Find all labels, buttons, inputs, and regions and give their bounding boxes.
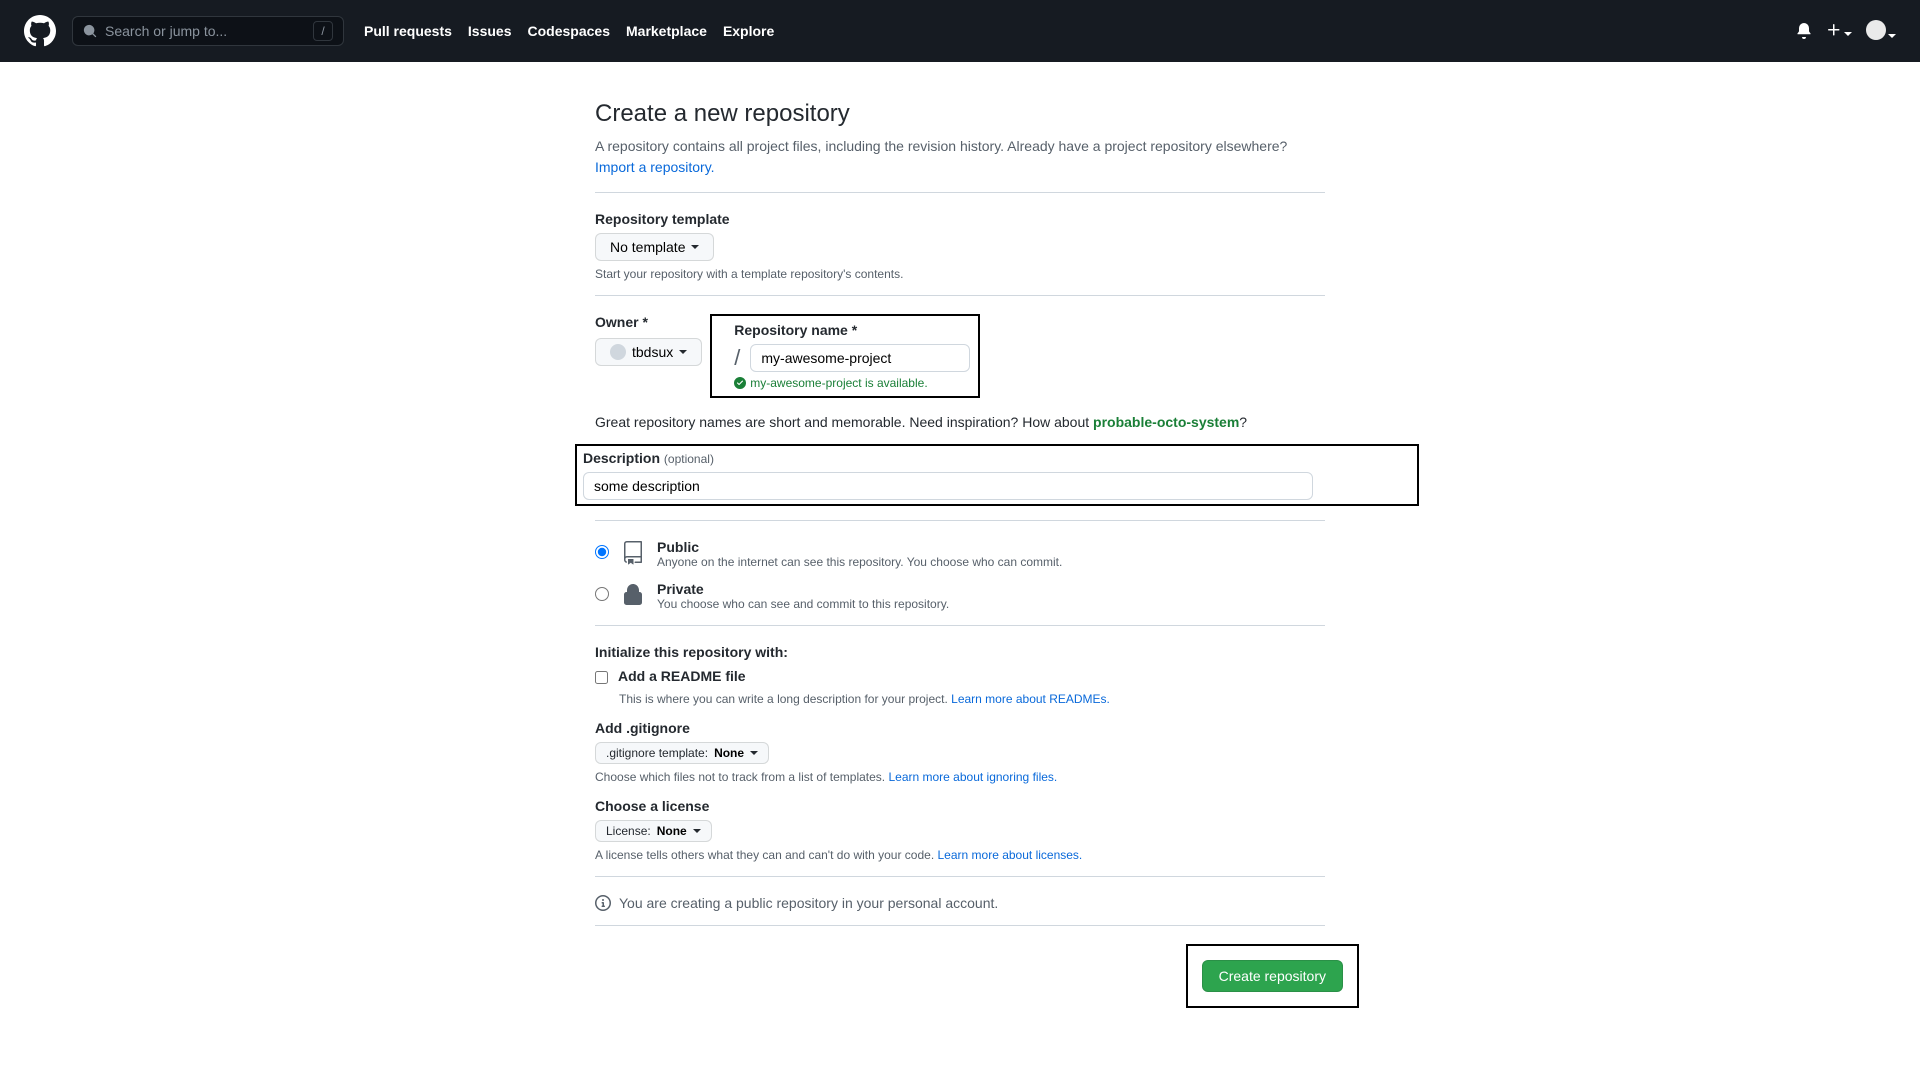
repo-icon bbox=[621, 541, 645, 565]
caret-down-icon bbox=[1888, 34, 1896, 38]
divider bbox=[595, 925, 1325, 926]
check-circle-icon bbox=[734, 377, 746, 389]
owner-select[interactable]: tbdsux bbox=[595, 338, 702, 366]
submit-highlight: Create repository bbox=[1186, 944, 1359, 1008]
private-radio[interactable] bbox=[595, 587, 609, 601]
gitignore-note: Choose which files not to track from a l… bbox=[595, 770, 1325, 784]
inspire-text: Great repository names are short and mem… bbox=[595, 414, 1325, 430]
nav-explore[interactable]: Explore bbox=[723, 23, 774, 39]
add-menu[interactable] bbox=[1826, 22, 1852, 41]
info-message: You are creating a public repository in … bbox=[595, 895, 1325, 911]
info-icon bbox=[595, 895, 611, 911]
template-group: Repository template No template Start yo… bbox=[595, 211, 1325, 281]
nav-marketplace[interactable]: Marketplace bbox=[626, 23, 707, 39]
description-label: Description (optional) bbox=[583, 450, 1411, 466]
search-icon bbox=[83, 24, 97, 38]
divider bbox=[595, 520, 1325, 521]
public-radio[interactable] bbox=[595, 545, 609, 559]
owner-avatar-icon bbox=[610, 344, 626, 360]
slash-separator: / bbox=[734, 345, 740, 371]
license-note: A license tells others what they can and… bbox=[595, 848, 1325, 862]
slash-key-icon: / bbox=[313, 21, 333, 41]
template-select[interactable]: No template bbox=[595, 233, 714, 261]
bell-icon[interactable] bbox=[1796, 23, 1812, 39]
gitignore-select[interactable]: .gitignore template: None bbox=[595, 742, 769, 764]
template-note: Start your repository with a template re… bbox=[595, 267, 1325, 281]
action-row: Create repository bbox=[595, 944, 1359, 1008]
plus-icon bbox=[1826, 22, 1842, 38]
license-select[interactable]: License: None bbox=[595, 820, 712, 842]
license-group: Choose a license License: None A license… bbox=[595, 798, 1325, 862]
description-highlight: Description (optional) bbox=[575, 444, 1419, 506]
github-logo-icon[interactable] bbox=[24, 15, 56, 47]
caret-down-icon bbox=[693, 829, 701, 833]
divider bbox=[595, 876, 1325, 877]
readme-label: Add a README file bbox=[618, 668, 746, 684]
search-input[interactable]: Search or jump to... / bbox=[72, 16, 344, 46]
repo-name-input[interactable] bbox=[750, 344, 970, 372]
public-desc: Anyone on the internet can see this repo… bbox=[657, 555, 1062, 569]
license-learn-link[interactable]: Learn more about licenses. bbox=[938, 848, 1083, 862]
divider bbox=[595, 192, 1325, 193]
header-right bbox=[1796, 20, 1896, 43]
description-input[interactable] bbox=[583, 472, 1313, 500]
gitignore-label: Add .gitignore bbox=[595, 720, 1325, 736]
lock-icon bbox=[621, 583, 645, 607]
private-title: Private bbox=[657, 581, 949, 597]
repo-name-label: Repository name * bbox=[734, 322, 970, 338]
owner-repo-row: Owner * tbdsux Repository name * / my-aw… bbox=[595, 314, 1325, 398]
caret-down-icon bbox=[1844, 32, 1852, 36]
init-heading: Initialize this repository with: bbox=[595, 644, 1325, 660]
readme-learn-link[interactable]: Learn more about READMEs. bbox=[951, 692, 1110, 706]
repo-name-highlight: Repository name * / my-awesome-project i… bbox=[710, 314, 980, 398]
caret-down-icon bbox=[750, 751, 758, 755]
name-suggestion[interactable]: probable-octo-system bbox=[1093, 414, 1239, 430]
nav-links: Pull requests Issues Codespaces Marketpl… bbox=[364, 23, 774, 39]
user-menu[interactable] bbox=[1866, 20, 1896, 43]
visibility-private: Private You choose who can see and commi… bbox=[595, 581, 1325, 611]
divider bbox=[595, 295, 1325, 296]
readme-checkbox[interactable] bbox=[595, 671, 608, 684]
main-content: Create a new repository A repository con… bbox=[595, 62, 1325, 1008]
availability-message: my-awesome-project is available. bbox=[734, 376, 970, 390]
page-subtitle: A repository contains all project files,… bbox=[595, 136, 1325, 178]
license-label: Choose a license bbox=[595, 798, 1325, 814]
readme-group: Add a README file This is where you can … bbox=[595, 668, 1325, 706]
caret-down-icon bbox=[691, 245, 699, 249]
top-nav: Search or jump to... / Pull requests Iss… bbox=[0, 0, 1920, 62]
private-desc: You choose who can see and commit to thi… bbox=[657, 597, 949, 611]
readme-desc: This is where you can write a long descr… bbox=[619, 692, 1325, 706]
page-title: Create a new repository bbox=[595, 100, 1325, 128]
nav-codespaces[interactable]: Codespaces bbox=[528, 23, 610, 39]
visibility-public: Public Anyone on the internet can see th… bbox=[595, 539, 1325, 569]
template-label: Repository template bbox=[595, 211, 1325, 227]
gitignore-group: Add .gitignore .gitignore template: None… bbox=[595, 720, 1325, 784]
search-placeholder: Search or jump to... bbox=[105, 23, 313, 39]
nav-issues[interactable]: Issues bbox=[468, 23, 512, 39]
gitignore-learn-link[interactable]: Learn more about ignoring files. bbox=[888, 770, 1057, 784]
create-repository-button[interactable]: Create repository bbox=[1202, 960, 1343, 992]
import-repo-link[interactable]: Import a repository. bbox=[595, 159, 715, 175]
owner-label: Owner * bbox=[595, 314, 702, 330]
caret-down-icon bbox=[679, 350, 687, 354]
avatar-icon bbox=[1866, 20, 1886, 40]
divider bbox=[595, 625, 1325, 626]
public-title: Public bbox=[657, 539, 1062, 555]
nav-pull-requests[interactable]: Pull requests bbox=[364, 23, 452, 39]
